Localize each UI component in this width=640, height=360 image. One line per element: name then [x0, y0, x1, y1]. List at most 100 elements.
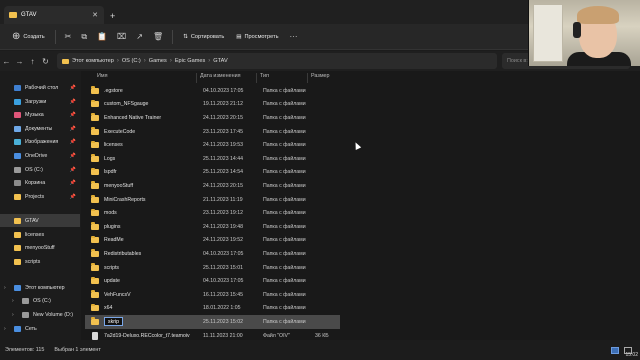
- pin-icon[interactable]: 📌: [70, 99, 76, 105]
- sidebar-item-label: OS (C:): [33, 297, 51, 304]
- column-divider[interactable]: [307, 73, 308, 83]
- column-header-type[interactable]: Тип: [260, 73, 269, 83]
- details-view-icon[interactable]: [611, 346, 619, 354]
- column-header-name[interactable]: Имя: [97, 73, 108, 83]
- view-icon: ▤: [236, 33, 242, 40]
- pin-icon[interactable]: 📌: [70, 153, 76, 159]
- folder-row[interactable]: VehFuncsV 16.11.2023 15:45 Папка с файлами: [85, 288, 340, 302]
- folder-row[interactable]: licenses 24.11.2023 19:53 Папка с файлами: [85, 138, 340, 152]
- sidebar-item[interactable]: scripts: [0, 255, 80, 268]
- more-options-icon[interactable]: ···: [284, 32, 302, 41]
- file-type: Папка с файлами: [263, 155, 306, 162]
- up-icon[interactable]: ↑: [26, 57, 39, 66]
- folder-row[interactable]: skrip 25.11.2023 15:02 Папка с файлами: [85, 315, 340, 329]
- sidebar-item[interactable]: Сеть ›: [0, 322, 80, 335]
- close-tab-icon[interactable]: ✕: [92, 11, 98, 19]
- folder-row[interactable]: plugins 24.11.2023 19:48 Папка с файлами: [85, 220, 340, 234]
- webcam-background-shelf: [533, 4, 563, 62]
- expand-chevron-icon[interactable]: ›: [4, 285, 6, 291]
- breadcrumb-gtav[interactable]: GTAV: [213, 58, 227, 64]
- file-date: 04.10.2023 17:05: [203, 250, 244, 257]
- sidebar-item[interactable]: OneDrive 📌: [0, 149, 80, 162]
- pin-icon[interactable]: 📌: [70, 139, 76, 145]
- file-type: Папка с файлами: [263, 169, 306, 176]
- headphones-icon: [573, 22, 581, 38]
- file-name: menyooStuff: [104, 182, 134, 189]
- folder-icon: [91, 113, 99, 121]
- status-bar: Элементов: 115 Выбран 1 элемент: [0, 340, 640, 360]
- file-size: 36 КБ: [315, 332, 329, 339]
- folder-row[interactable]: update 04.10.2023 17:05 Папка с файлами: [85, 274, 340, 288]
- breadcrumb-this-pc[interactable]: Этот компьютер: [72, 58, 114, 64]
- sidebar-item[interactable]: Загрузки 📌: [0, 95, 80, 108]
- sidebar-item[interactable]: GTAV: [0, 214, 80, 227]
- folder-row[interactable]: Logs 25.11.2023 14:44 Папка с файлами: [85, 152, 340, 166]
- breadcrumb-games[interactable]: Games: [149, 58, 167, 64]
- delete-icon[interactable]: 🗑: [148, 32, 168, 41]
- sidebar-item-label: Этот компьютер: [25, 284, 65, 291]
- forward-icon[interactable]: →: [13, 57, 26, 66]
- pin-icon[interactable]: 📌: [70, 112, 76, 118]
- back-icon[interactable]: ←: [0, 57, 13, 66]
- sort-button[interactable]: ⇅ Сортировать: [177, 28, 230, 46]
- folder-icon: [91, 208, 99, 217]
- pin-icon[interactable]: 📌: [70, 126, 76, 132]
- folder-row[interactable]: .egstore 04.10.2023 17:05 Папка с файлами: [85, 84, 340, 98]
- folder-row[interactable]: ExecuteCode 23.11.2023 17:45 Папка с файла…: [85, 125, 340, 139]
- file-date: 25.11.2023 14:54: [203, 169, 243, 176]
- pin-icon[interactable]: 📌: [70, 194, 76, 200]
- column-header-size[interactable]: Размер: [311, 73, 330, 83]
- column-divider[interactable]: [256, 73, 257, 83]
- chevron-right-icon: ›: [208, 58, 211, 64]
- sidebar-item[interactable]: Рабочий стол 📌: [0, 81, 80, 94]
- address-bar[interactable]: Этот компьютер › OS (C:) › Games › Epic …: [57, 53, 497, 69]
- sidebar-item[interactable]: New Volume (D:) ›: [0, 308, 80, 321]
- sidebar-item[interactable]: Документы 📌: [0, 122, 80, 135]
- create-button[interactable]: ⊕ Создать: [6, 28, 51, 46]
- folder-row[interactable]: menyooStuff 24.11.2023 20:15 Папка с файла…: [85, 179, 340, 193]
- file-name: .egstore: [104, 87, 123, 94]
- rename-input[interactable]: skrip: [104, 317, 123, 327]
- column-divider[interactable]: [196, 73, 197, 83]
- folder-row[interactable]: ReadMe 24.11.2023 19:52 Папка с файлами: [85, 234, 340, 248]
- pin-icon[interactable]: 📌: [70, 167, 76, 173]
- sidebar-item[interactable]: Музыка 📌: [0, 108, 80, 121]
- refresh-icon[interactable]: ↻: [39, 57, 52, 66]
- sidebar-item[interactable]: Этот компьютер ›: [0, 281, 80, 294]
- expand-chevron-icon[interactable]: ›: [12, 298, 14, 304]
- tab-gtav[interactable]: GTAV ✕: [4, 6, 104, 24]
- folder-row[interactable]: Enhanced Native Trainer 24.11.2023 20:15 П…: [85, 111, 340, 125]
- sidebar-item[interactable]: Projects 📌: [0, 190, 80, 203]
- folder-row[interactable]: scripts 25.11.2023 15:01 Папка с файлами: [85, 261, 340, 275]
- folder-row[interactable]: lspdfr 25.11.2023 14:54 Папка с файлами: [85, 166, 340, 180]
- copy-icon[interactable]: ⧉: [76, 32, 92, 42]
- cut-icon[interactable]: ✂: [60, 32, 77, 41]
- folder-row[interactable]: custom_NFSgauge 19.11.2023 21:12 Папка с ф…: [85, 98, 340, 112]
- rename-field[interactable]: skrip: [104, 317, 123, 327]
- pin-icon[interactable]: 📌: [70, 180, 76, 186]
- paste-icon[interactable]: 📋: [92, 32, 112, 41]
- expand-chevron-icon[interactable]: ›: [12, 312, 14, 318]
- folder-row[interactable]: MiniCrashReports 21.11.2023 11:19 Папка с …: [85, 193, 340, 207]
- folder-icon: [91, 195, 99, 203]
- folder-row[interactable]: mods 23.11.2023 19:12 Папка с файлами: [85, 206, 340, 220]
- new-tab-button[interactable]: +: [110, 11, 115, 21]
- view-button[interactable]: ▤ Просмотреть: [230, 28, 284, 46]
- breadcrumb-os-c[interactable]: OS (C:): [122, 58, 141, 64]
- sidebar-item[interactable]: menyooStuff: [0, 241, 80, 254]
- folder-icon: [91, 276, 99, 285]
- sidebar-item[interactable]: Изображения 📌: [0, 135, 80, 148]
- breadcrumb-epic-games[interactable]: Epic Games: [175, 58, 205, 64]
- file-date: 11.11.2023 21:00: [203, 332, 243, 339]
- expand-chevron-icon[interactable]: ›: [4, 326, 6, 332]
- folder-row[interactable]: Redistributables 04.10.2023 17:05 Папка с …: [85, 247, 340, 261]
- sidebar-item[interactable]: OS (C:) ›: [0, 294, 80, 307]
- sidebar-item[interactable]: Корзина 📌: [0, 176, 80, 189]
- rename-icon[interactable]: ⌧: [112, 32, 131, 41]
- sidebar-item[interactable]: licenses: [0, 228, 80, 241]
- folder-row[interactable]: x64 18.01.2022 1:05 Папка с файлами: [85, 302, 340, 316]
- column-header-date[interactable]: Дата изменения: [200, 73, 241, 83]
- pin-icon[interactable]: 📌: [70, 85, 76, 91]
- sidebar-item[interactable]: OS (C:) 📌: [0, 163, 80, 176]
- share-icon[interactable]: ↗: [131, 32, 148, 41]
